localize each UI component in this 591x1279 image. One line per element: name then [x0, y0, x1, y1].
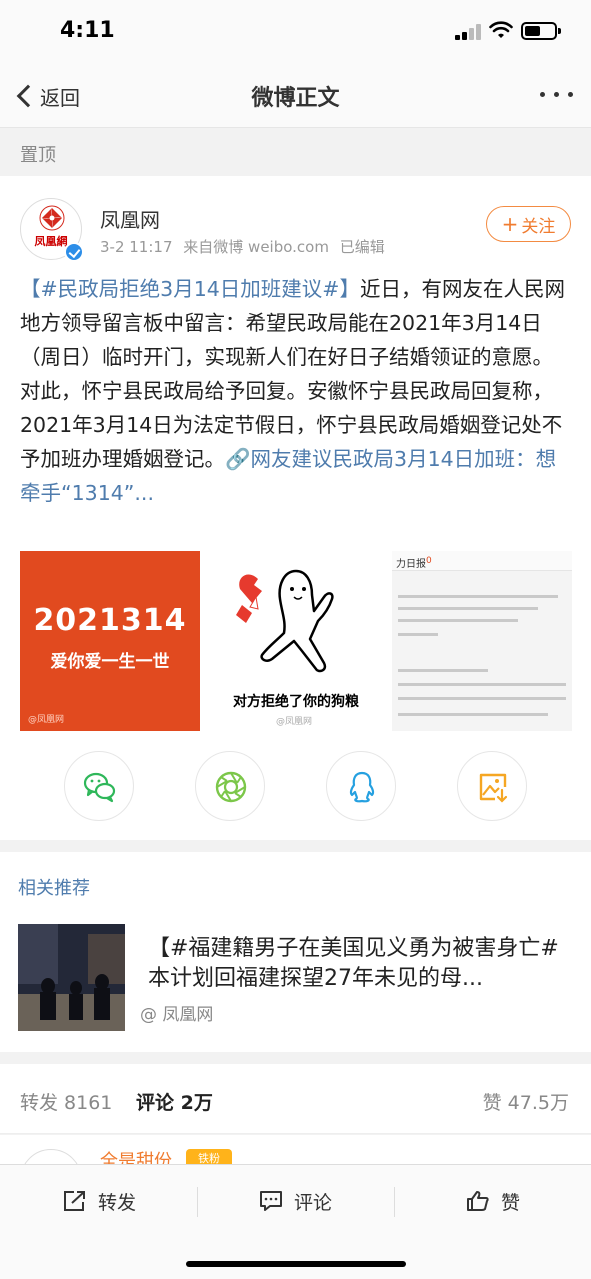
repost-label: 转发	[98, 1191, 137, 1214]
comment-button[interactable]: 评论	[258, 1185, 332, 1217]
moments-icon	[215, 771, 247, 803]
comment-label: 评论	[294, 1191, 333, 1214]
status-time: 4:11	[60, 18, 115, 43]
more-options-button[interactable]	[540, 92, 573, 97]
home-indicator[interactable]	[186, 1261, 406, 1267]
text-line	[398, 697, 566, 700]
bottom-action-bar: 转发 评论 赞	[0, 1164, 591, 1279]
text-line	[398, 683, 566, 686]
dot-icon	[568, 92, 573, 97]
battery-level	[525, 26, 540, 36]
phoenix-logo-icon	[39, 205, 65, 231]
edited-label: 已编辑	[339, 238, 385, 256]
image-2-caption: 对方拒绝了你的狗粮	[233, 694, 359, 710]
nav-bar: 返回 微博正文	[0, 64, 591, 128]
image-2-watermark: @凤凰网	[276, 717, 313, 727]
plus-icon: +	[501, 212, 519, 236]
related-recommendations: 相关推荐 【#福建籍男子在美国见义勇为被害身亡# 本计划回福建探望27年未见的母…	[0, 852, 591, 1052]
image-3-tab: 力日报	[396, 559, 426, 570]
related-title: 相关推荐	[18, 878, 90, 899]
related-headline[interactable]: 【#福建籍男子在美国见义勇为被害身亡# 本计划回福建探望27年未见的母...	[148, 934, 568, 994]
text-line	[398, 633, 438, 636]
share-qq-button[interactable]	[326, 751, 396, 821]
dot-icon	[540, 92, 545, 97]
repost-button[interactable]: 转发	[62, 1185, 136, 1217]
comment-icon	[260, 1191, 282, 1211]
hashtag-link[interactable]: 【#民政局拒绝3月14日加班建议#】	[20, 277, 360, 301]
battery-icon	[521, 22, 561, 40]
save-image-icon	[479, 773, 508, 803]
share-wechat-button[interactable]	[64, 751, 134, 821]
like-count-tab[interactable]: 赞 47.5万	[483, 1088, 569, 1115]
pinned-label: 置顶	[20, 145, 56, 166]
post-body: 【#民政局拒绝3月14日加班建议#】近日，有网友在人民网地方领导留言板中留言：希…	[20, 272, 572, 510]
news-photo-icon	[18, 924, 125, 1031]
divider	[394, 1187, 395, 1217]
status-bar: 4:11	[0, 0, 591, 64]
wechat-icon	[83, 772, 116, 803]
share-moments-button[interactable]	[195, 751, 265, 821]
weibo-post: 凤凰網 凤凰网 3-2 11:17 来自微博 weibo.com 已编辑 + 关…	[0, 176, 591, 840]
wifi-icon	[489, 21, 513, 38]
post-time: 3-2 11:17	[100, 238, 173, 256]
comment-count-tab[interactable]: 评论 2万	[136, 1088, 213, 1115]
dot-icon	[554, 92, 559, 97]
verified-badge-icon	[64, 242, 84, 262]
related-thumbnail[interactable]	[18, 924, 125, 1031]
post-body-text: 近日，有网友在人民网地方领导留言板中留言：希望民政局能在2021年3月14日（周…	[20, 277, 565, 471]
thumbs-up-icon	[467, 1191, 489, 1211]
post-image-2[interactable]: 对方拒绝了你的狗粮 @凤凰网	[206, 551, 386, 731]
share-row	[0, 751, 591, 823]
divider	[197, 1187, 198, 1217]
repost-count-tab[interactable]: 转发 8161	[20, 1088, 112, 1115]
page-title: 微博正文	[251, 86, 340, 111]
text-line	[398, 607, 538, 610]
post-image-3[interactable]: 力日报 0	[392, 551, 572, 731]
image-1-watermark: @凤凰网	[28, 715, 65, 725]
image-3-tag: 0	[426, 556, 432, 566]
author-name[interactable]: 凤凰网	[100, 204, 160, 233]
pinned-section: 置顶	[0, 129, 591, 175]
follow-button[interactable]: + 关注	[486, 206, 571, 242]
image-1-slogan: 爱你爱一生一世	[50, 652, 170, 672]
text-line	[398, 595, 558, 598]
qq-icon	[349, 771, 375, 803]
post-image-1[interactable]: 2021314 爱你爱一生一世 @凤凰网	[20, 551, 200, 731]
related-source: @ 凤凰网	[140, 1005, 214, 1025]
follow-label: 关注	[521, 216, 556, 237]
repost-icon	[64, 1191, 85, 1211]
meme-character-icon	[236, 569, 334, 673]
image-grid: 2021314 爱你爱一生一世 @凤凰网 对方拒绝了你的狗粮 @凤凰网 力日报 …	[20, 551, 572, 731]
interaction-stats: 转发 8161 评论 2万 赞 47.5万	[0, 1064, 591, 1134]
image-1-number: 2021314	[33, 603, 187, 638]
like-button[interactable]: 赞	[465, 1185, 520, 1217]
post-source: 来自微博 weibo.com	[183, 238, 329, 256]
cellular-signal-icon	[455, 24, 483, 40]
save-image-button[interactable]	[457, 751, 527, 821]
text-line	[398, 619, 518, 622]
like-label: 赞	[501, 1191, 521, 1214]
text-line	[398, 669, 488, 672]
text-line	[398, 713, 548, 716]
post-meta: 3-2 11:17 来自微博 weibo.com 已编辑	[100, 236, 391, 257]
image-3-header: 力日报 0	[392, 551, 572, 571]
